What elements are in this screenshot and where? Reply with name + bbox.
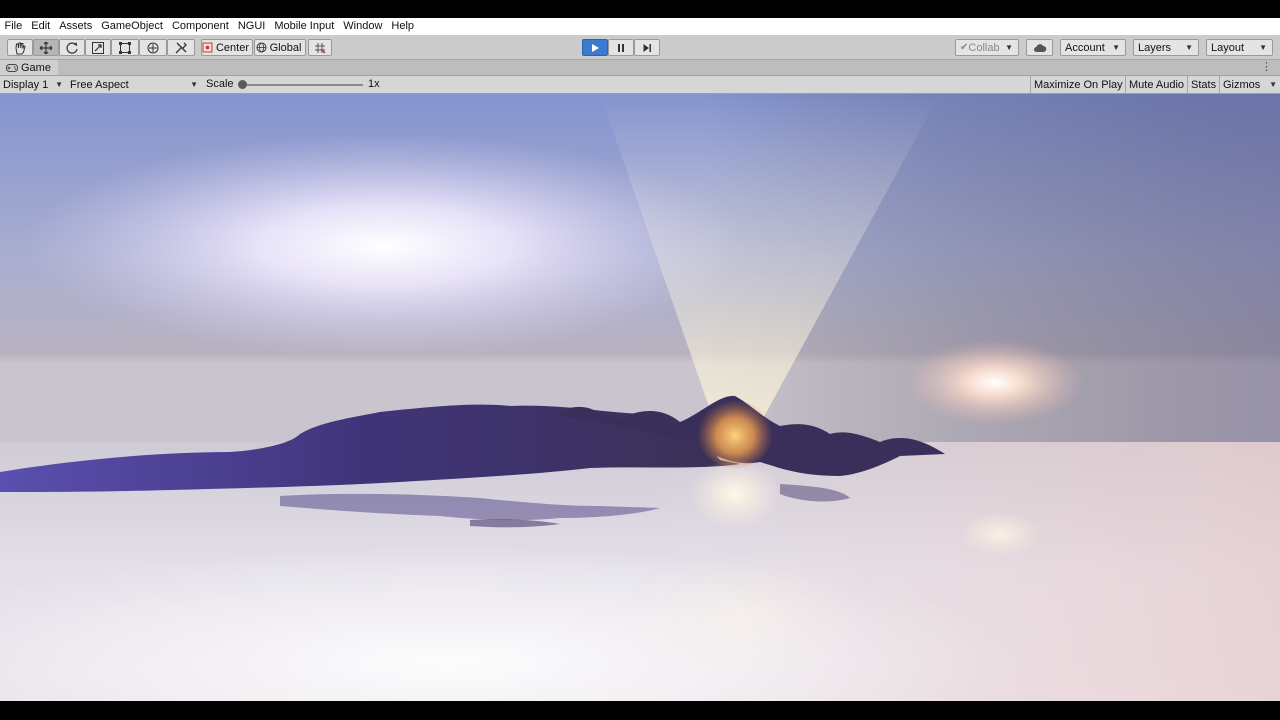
scale-tool-button[interactable] (85, 39, 111, 56)
snap-grid-icon (315, 42, 326, 54)
scale-tool-icon (92, 41, 104, 54)
menu-bar: File Edit Assets GameObject Component NG… (0, 18, 1280, 35)
move-tool-icon (39, 41, 53, 54)
rotate-tool-icon (66, 41, 78, 54)
stats-label: Stats (1191, 78, 1217, 91)
game-viewport[interactable] (0, 94, 1280, 701)
hand-tool-button[interactable] (7, 39, 33, 56)
menu-gameobject[interactable]: GameObject (97, 18, 168, 35)
chevron-down-icon: ▼ (1269, 80, 1277, 89)
pause-button[interactable] (608, 39, 634, 56)
layout-label: Layout (1211, 41, 1245, 54)
chevron-down-icon: ▼ (1185, 43, 1193, 52)
menu-mobile-input[interactable]: Mobile Input (270, 18, 339, 35)
space-global-button[interactable]: Global (254, 39, 306, 56)
game-view-toolbar: Display 1 ▼ Free Aspect ▼ Scale 1x Maxim… (0, 76, 1280, 94)
collab-dropdown[interactable]: ✔ Collab ▼ (955, 39, 1019, 56)
move-tool-button[interactable] (33, 39, 59, 56)
menu-ngui[interactable]: NGUI (233, 18, 270, 35)
tab-bar: Game ⋮ (0, 60, 1280, 76)
custom-tool-button[interactable] (167, 39, 195, 56)
gizmos-button[interactable]: Gizmos ▼ (1219, 76, 1280, 93)
toolbar: Center Global ✔ Collab ▼ Account ▼ Layer… (0, 35, 1280, 60)
hand-tool-icon (15, 42, 26, 54)
cloud-icon (1033, 43, 1046, 52)
play-button[interactable] (582, 39, 608, 56)
menu-edit[interactable]: Edit (27, 18, 55, 35)
aspect-dropdown[interactable]: Free Aspect ▼ (67, 77, 201, 92)
layout-dropdown[interactable]: Layout ▼ (1206, 39, 1273, 56)
top-letterbox (0, 0, 1280, 18)
globe-icon (256, 42, 267, 53)
display-label: Display 1 (3, 78, 49, 91)
menu-component[interactable]: Component (167, 18, 233, 35)
gizmos-label: Gizmos (1223, 78, 1261, 91)
gamepad-icon (6, 63, 18, 72)
chevron-down-icon: ▼ (1112, 43, 1120, 52)
chevron-down-icon: ▼ (190, 80, 198, 89)
sun-reflection (690, 459, 780, 529)
transform-tool-icon (147, 42, 159, 53)
pause-icon (618, 43, 624, 52)
snap-button[interactable] (308, 39, 332, 56)
pivot-center-button[interactable]: Center (201, 39, 253, 56)
volcano-glow (697, 396, 773, 468)
scale-slider-thumb[interactable] (238, 80, 247, 89)
pivot-icon (202, 42, 213, 53)
check-icon: ✔ (960, 42, 969, 53)
tab-game-label: Game (21, 61, 51, 74)
chevron-down-icon: ▼ (55, 80, 63, 89)
collab-label: Collab (968, 41, 1000, 54)
pivot-label: Center (215, 41, 249, 54)
maximize-on-play-label: Maximize On Play (1034, 78, 1123, 91)
tab-game[interactable]: Game (0, 60, 58, 75)
scale-value: 1x (368, 78, 380, 90)
mute-audio-label: Mute Audio (1129, 78, 1185, 91)
menu-file[interactable]: File (0, 18, 27, 35)
step-button[interactable] (634, 39, 660, 56)
game-scene (0, 94, 1280, 701)
menu-window[interactable]: Window (339, 18, 387, 35)
cloud-button[interactable] (1026, 39, 1053, 56)
rect-tool-button[interactable] (111, 39, 139, 56)
space-label: Global (269, 41, 302, 54)
layers-label: Layers (1138, 41, 1172, 54)
scale-slider[interactable] (238, 80, 363, 89)
mute-audio-button[interactable]: Mute Audio (1125, 76, 1187, 93)
more-options-icon[interactable]: ⋮ (1261, 60, 1272, 74)
account-dropdown[interactable]: Account ▼ (1060, 39, 1126, 56)
custom-tool-icon (175, 42, 187, 53)
rotate-tool-button[interactable] (59, 39, 85, 56)
menu-assets[interactable]: Assets (55, 18, 97, 35)
step-icon (643, 43, 651, 52)
scale-label: Scale (206, 78, 234, 90)
menu-help[interactable]: Help (387, 18, 419, 35)
rect-tool-icon (119, 41, 131, 54)
play-icon (592, 43, 599, 52)
bottom-letterbox (0, 701, 1280, 720)
display-dropdown[interactable]: Display 1 ▼ (0, 77, 66, 92)
layers-dropdown[interactable]: Layers ▼ (1133, 39, 1199, 56)
stats-button[interactable]: Stats (1187, 76, 1219, 93)
account-label: Account (1065, 41, 1105, 54)
chevron-down-icon: ▼ (1259, 43, 1267, 52)
aspect-label: Free Aspect (70, 78, 129, 91)
maximize-on-play-button[interactable]: Maximize On Play (1030, 76, 1126, 93)
transform-tool-button[interactable] (139, 39, 167, 56)
chevron-down-icon: ▼ (1005, 43, 1013, 52)
